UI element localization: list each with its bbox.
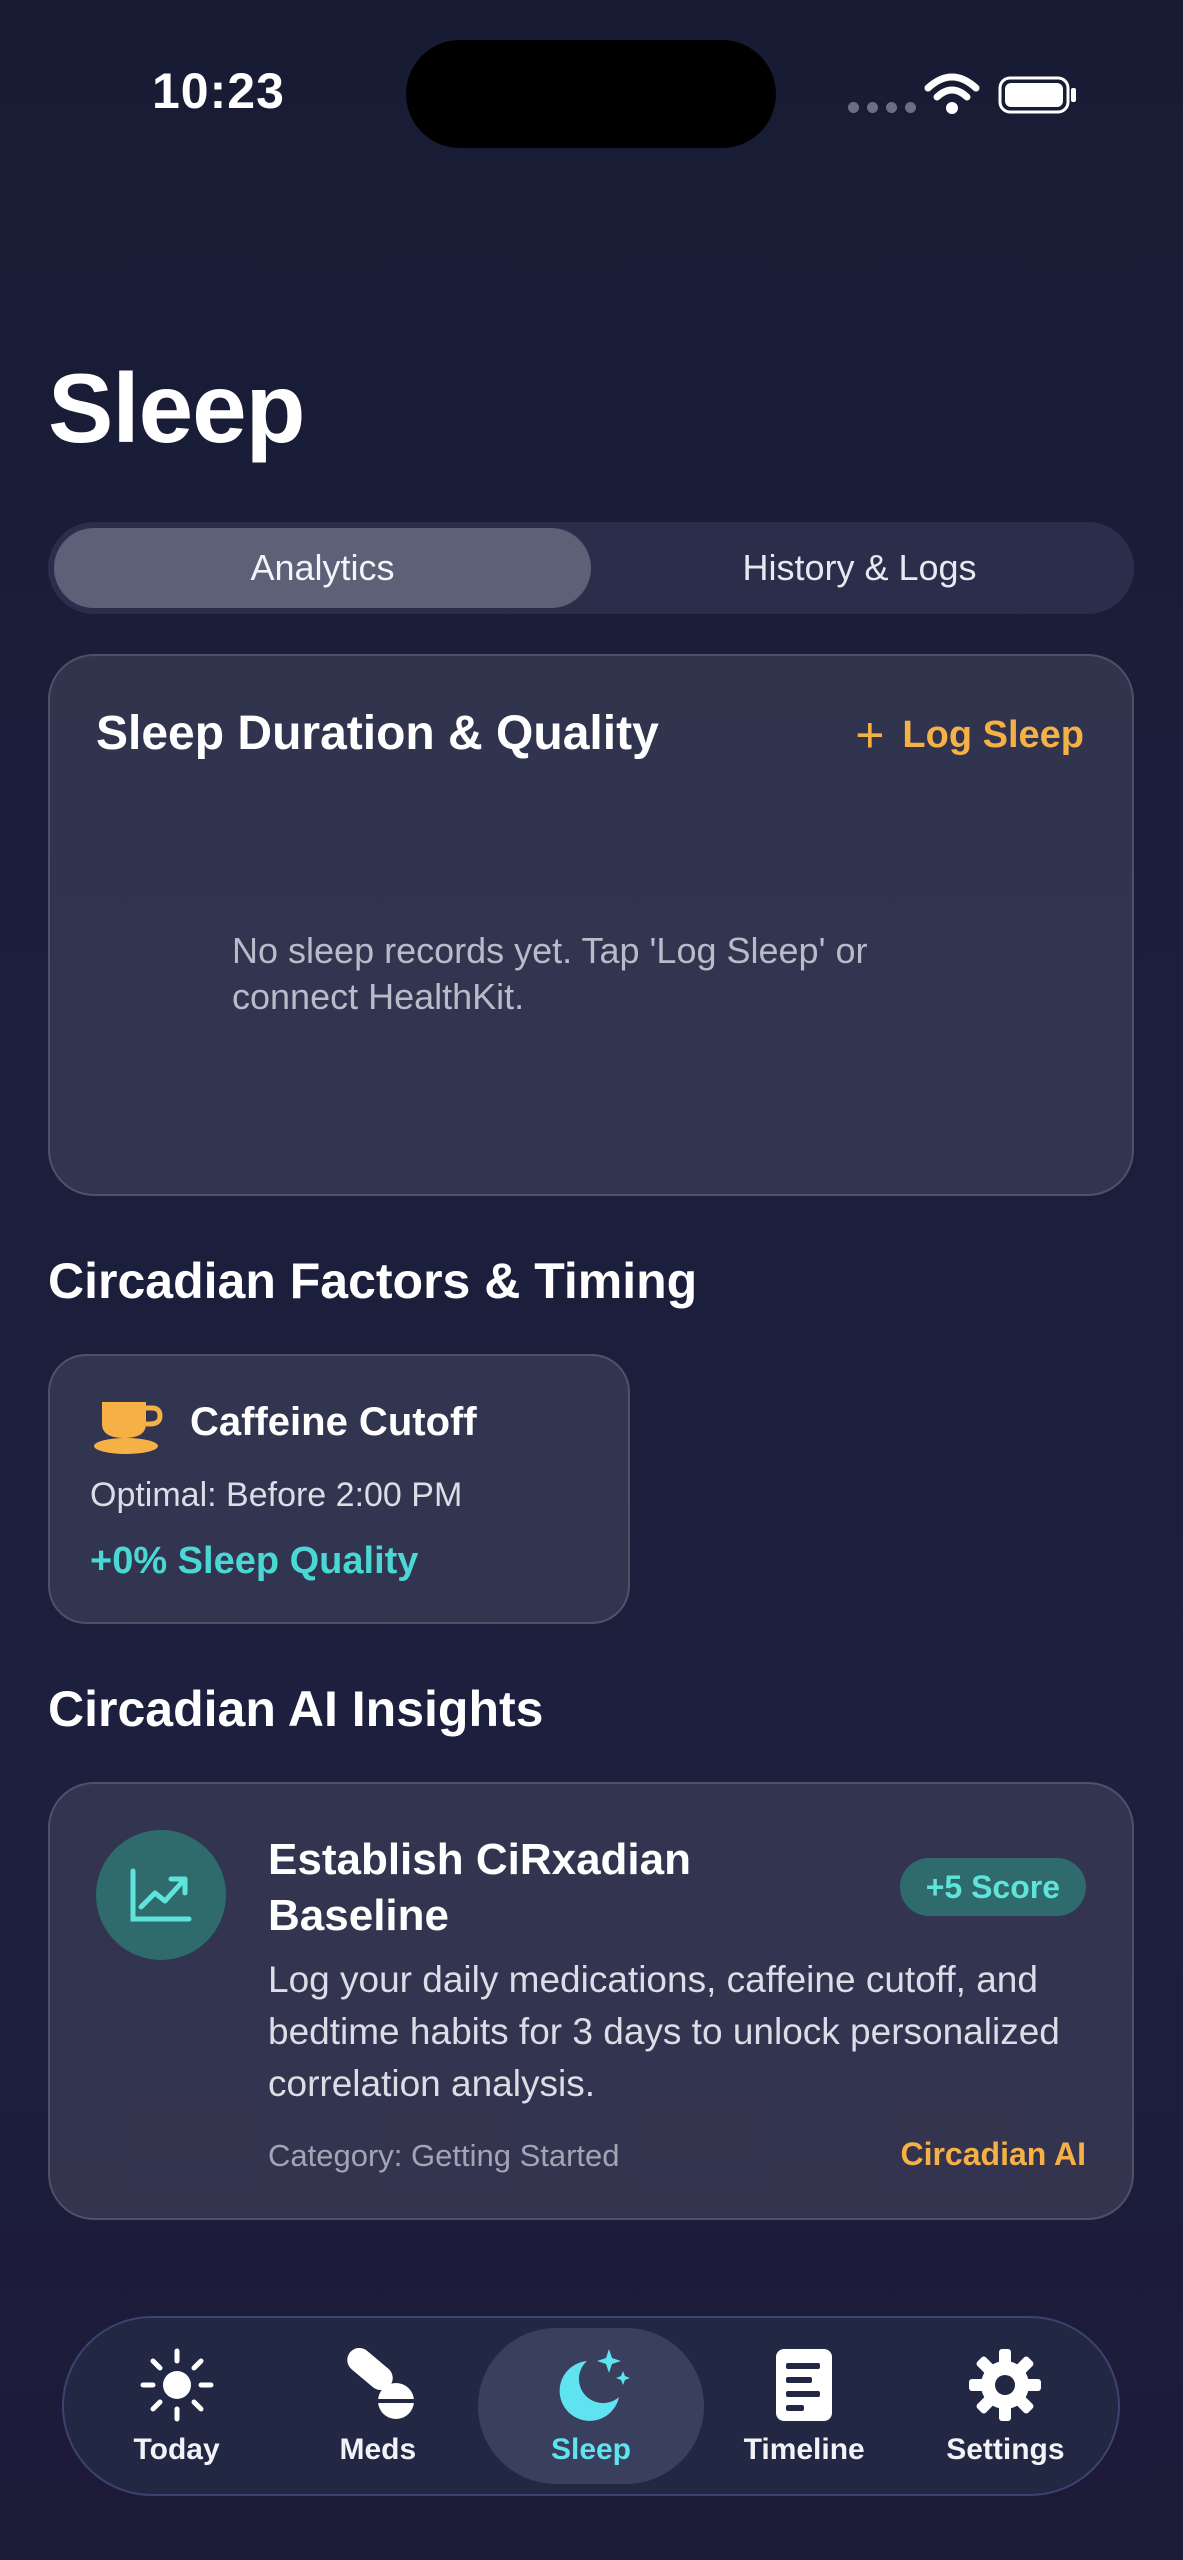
- tab-timeline[interactable]: Timeline: [704, 2328, 905, 2484]
- tab-bar: Today Meds Sleep Timeline Settings: [62, 2316, 1120, 2496]
- caffeine-cutoff-card[interactable]: Caffeine Cutoff Optimal: Before 2:00 PM …: [48, 1354, 630, 1624]
- score-badge: +5 Score: [899, 1858, 1086, 1916]
- segment-history-logs[interactable]: History & Logs: [591, 528, 1128, 608]
- tab-label: Sleep: [550, 2433, 632, 2466]
- tab-meds[interactable]: Meds: [277, 2328, 478, 2484]
- tab-label: Settings: [946, 2433, 1065, 2466]
- status-time: 10:23: [152, 63, 285, 119]
- gear-icon: [965, 2345, 1045, 2425]
- tab-today[interactable]: Today: [76, 2328, 277, 2484]
- tab-settings[interactable]: Settings: [905, 2328, 1106, 2484]
- moon-stars-icon: [551, 2345, 631, 2425]
- insight-card[interactable]: Establish CiRxadian Baseline +5 Score Lo…: [48, 1782, 1134, 2220]
- empty-state-message: No sleep records yet. Tap 'Log Sleep' or…: [232, 930, 868, 1017]
- sleep-duration-card: Sleep Duration & Quality + Log Sleep No …: [48, 654, 1134, 1196]
- battery-icon: [998, 76, 1076, 114]
- segment-analytics[interactable]: Analytics: [54, 528, 591, 608]
- caffeine-title: Caffeine Cutoff: [190, 1400, 477, 1444]
- segmented-control: Analytics History & Logs: [48, 522, 1134, 614]
- insight-title: Establish CiRxadian Baseline: [268, 1835, 692, 1940]
- tab-label: Meds: [339, 2433, 417, 2466]
- trend-chart-icon: [96, 1830, 226, 1960]
- dynamic-island: [406, 40, 776, 148]
- log-sleep-button[interactable]: + Log Sleep: [855, 710, 1084, 760]
- tab-sleep[interactable]: Sleep: [478, 2328, 704, 2484]
- circadian-factors-heading: Circadian Factors & Timing: [48, 1253, 698, 1309]
- page-title: Sleep: [48, 353, 305, 463]
- plus-icon: +: [855, 707, 885, 763]
- wifi-icon: [924, 73, 980, 114]
- tab-label: Today: [133, 2433, 220, 2466]
- tab-label: Timeline: [743, 2433, 865, 2466]
- coffee-cup-icon: [94, 1402, 163, 1454]
- document-icon: [764, 2345, 844, 2425]
- insight-category: Category: Getting Started: [268, 2138, 620, 2173]
- log-sleep-label: Log Sleep: [902, 713, 1084, 756]
- ai-insights-heading: Circadian AI Insights: [48, 1681, 544, 1737]
- caffeine-optimal-time: Optimal: Before 2:00 PM: [90, 1476, 463, 1514]
- cellular-signal-icon: [848, 102, 916, 113]
- insight-source: Circadian AI: [900, 2136, 1086, 2172]
- insight-description: Log your daily medications, caffeine cut…: [268, 1959, 1060, 2104]
- sun-icon: [137, 2345, 217, 2425]
- caffeine-quality-impact: +0% Sleep Quality: [90, 1540, 419, 1582]
- pills-icon: [338, 2345, 418, 2425]
- sleep-card-title: Sleep Duration & Quality: [96, 707, 659, 760]
